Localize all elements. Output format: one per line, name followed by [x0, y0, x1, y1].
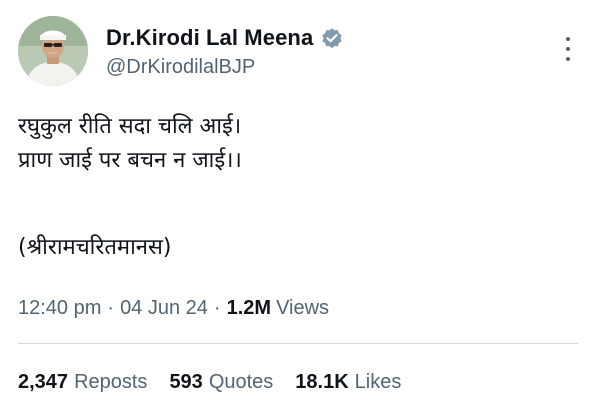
- tweet-header: Dr.Kirodi Lal Meena @DrKirodilalBJP: [18, 16, 578, 90]
- tweet-line-1: रघुकुल रीति सदा चलि आई।: [18, 114, 242, 139]
- verified-badge-icon[interactable]: [320, 26, 344, 50]
- engagement-stats: 2,347 Reposts 593 Quotes 18.1K Likes: [18, 367, 423, 397]
- author-display-name[interactable]: Dr.Kirodi Lal Meena: [106, 25, 313, 51]
- likes-count: 18.1K: [295, 370, 349, 393]
- meta-separator: ·: [213, 296, 221, 319]
- tweet-line-2: प्राण जाई पर बचन न जाई।।: [18, 148, 242, 173]
- likes-stat[interactable]: 18.1K Likes: [295, 371, 401, 394]
- profile-photo-icon: [18, 16, 88, 86]
- author-info: Dr.Kirodi Lal Meena @DrKirodilalBJP: [106, 24, 344, 79]
- quotes-label: Quotes: [208, 370, 274, 393]
- quotes-count: 593: [169, 370, 203, 393]
- tweet-source: (श्रीरामचरितमानस): [18, 235, 172, 260]
- views-count: 1.2M: [226, 296, 272, 319]
- avatar[interactable]: [18, 16, 88, 86]
- views-label: Views: [276, 296, 330, 319]
- reposts-stat[interactable]: 2,347 Reposts: [18, 371, 147, 394]
- name-row: Dr.Kirodi Lal Meena: [106, 24, 344, 52]
- divider: [18, 343, 578, 344]
- reposts-label: Reposts: [74, 370, 148, 393]
- tweet-time[interactable]: 12:40 pm: [18, 297, 101, 320]
- tweet-date[interactable]: 04 Jun 24: [120, 297, 208, 320]
- tweet-text: रघुकुल रीति सदा चलि आई। प्राण जाई पर बचन…: [18, 110, 578, 265]
- quotes-stat[interactable]: 593 Quotes: [169, 371, 273, 394]
- tweet-meta: 12:40 pm · 04 Jun 24 · 1.2M Views: [18, 293, 329, 323]
- reposts-count: 2,347: [18, 370, 69, 393]
- likes-label: Likes: [354, 370, 402, 393]
- more-options-icon[interactable]: [558, 34, 578, 64]
- meta-separator: ·: [107, 296, 115, 319]
- tweet-card: Dr.Kirodi Lal Meena @DrKirodilalBJP रघुक…: [0, 0, 596, 400]
- author-handle[interactable]: @DrKirodilalBJP: [106, 56, 344, 79]
